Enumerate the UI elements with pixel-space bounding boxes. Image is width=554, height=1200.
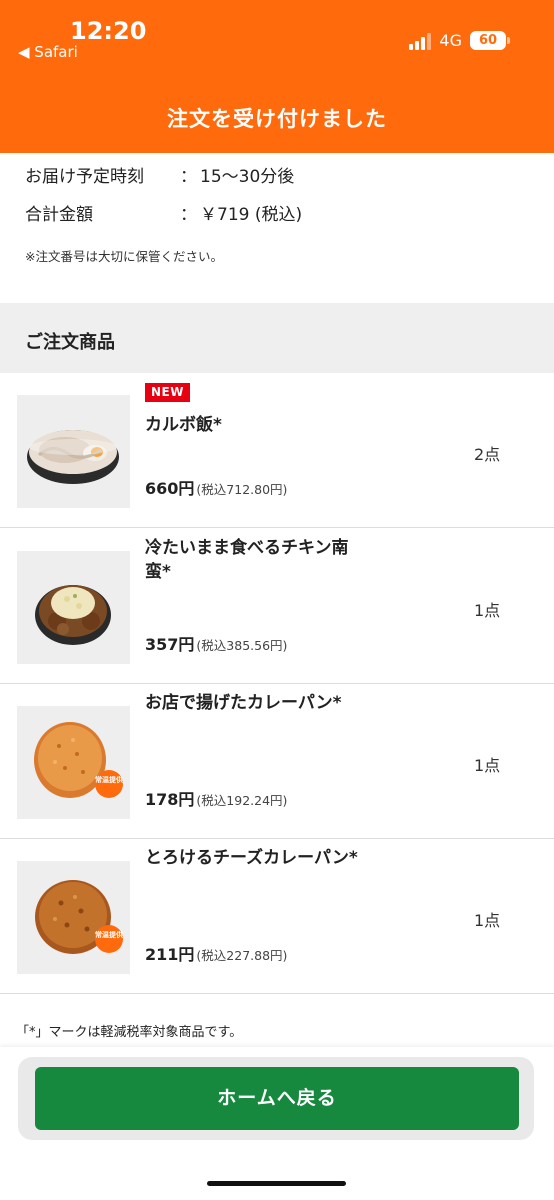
delivery-time-value: 15〜30分後 — [200, 167, 295, 187]
status-time: 12:20 — [70, 17, 147, 45]
total-amount-value: ￥719 (税込) — [200, 205, 303, 225]
order-item: 冷たいまま食べるチキン南蛮* 357円 (税込385.56円) 1点 — [0, 529, 554, 684]
price: 357円 — [145, 635, 195, 654]
separator: ： — [180, 205, 197, 225]
ordered-items-header: ご注文商品 — [0, 303, 554, 373]
battery-level: 60 — [470, 31, 506, 50]
home-indicator[interactable] — [207, 1181, 346, 1186]
item-quantity: 2点 — [474, 445, 501, 464]
total-amount-row: 合計金額 ： ￥719 (税込) — [25, 200, 302, 225]
total-amount-label: 合計金額 — [25, 205, 93, 225]
item-name: 冷たいまま食べるチキン南蛮* — [145, 538, 349, 582]
product-image-cheese-curry-bread: 常温提供 — [17, 861, 130, 974]
return-home-button[interactable]: ホームへ戻る — [35, 1067, 519, 1130]
room-temp-tag: 常温提供 — [95, 930, 123, 939]
product-image-karubo-meshi — [17, 395, 130, 508]
order-item: 常温提供 お店で揚げたカレーパン* 178円 (税込192.24円) 1点 — [0, 684, 554, 839]
price-with-tax: (税込227.88円) — [196, 948, 288, 963]
order-item: 常温提供 とろけるチーズカレーパン* 211円 (税込227.88円) 1点 — [0, 839, 554, 994]
item-price: 178円 (税込192.24円) — [145, 786, 287, 810]
status-indicators: 4G 60 — [409, 31, 510, 50]
item-quantity: 1点 — [474, 756, 501, 775]
item-price: 357円 (税込385.56円) — [145, 631, 287, 655]
item-quantity: 1点 — [474, 601, 501, 620]
delivery-time-row: お届け予定時刻 ： 15〜30分後 — [25, 162, 294, 187]
item-name: カルボ飯* — [145, 415, 222, 435]
reduced-tax-footnote: 「*」マークは軽減税率対象商品です。 — [16, 1025, 243, 1040]
back-to-safari-link[interactable]: ◀ Safari — [18, 43, 78, 61]
price-with-tax: (税込192.24円) — [196, 793, 288, 808]
product-image-curry-bread: 常温提供 — [17, 706, 130, 819]
item-price: 660円 (税込712.80円) — [145, 475, 287, 499]
battery-icon: 60 — [470, 31, 510, 50]
network-type: 4G — [439, 31, 462, 50]
item-quantity: 1点 — [474, 911, 501, 930]
price: 178円 — [145, 790, 195, 809]
price: 660円 — [145, 479, 195, 498]
new-badge: NEW — [145, 383, 190, 402]
bottom-action-bar: ホームへ戻る — [0, 1047, 554, 1200]
order-item: NEW カルボ飯* 660円 (税込712.80円) 2点 — [0, 373, 554, 528]
separator: ： — [180, 167, 197, 187]
section-title: ご注文商品 — [25, 332, 115, 353]
page-title: 注文を受け付けました — [167, 107, 387, 131]
app-header: 12:20 ◀ Safari 4G 60 注文を受け付けました — [0, 0, 554, 153]
product-image-chicken-nanban — [17, 551, 130, 664]
order-number-note: ※注文番号は大切に保管ください。 — [25, 249, 223, 264]
price-with-tax: (税込385.56円) — [196, 638, 288, 653]
price: 211円 — [145, 945, 195, 964]
button-container: ホームへ戻る — [18, 1057, 534, 1140]
signal-icon — [409, 32, 432, 50]
price-with-tax: (税込712.80円) — [196, 482, 288, 497]
item-name: お店で揚げたカレーパン* — [145, 693, 342, 713]
room-temp-tag: 常温提供 — [95, 775, 123, 784]
delivery-time-label: お届け予定時刻 — [25, 167, 144, 187]
item-price: 211円 (税込227.88円) — [145, 941, 287, 965]
item-name: とろけるチーズカレーパン* — [145, 848, 358, 868]
